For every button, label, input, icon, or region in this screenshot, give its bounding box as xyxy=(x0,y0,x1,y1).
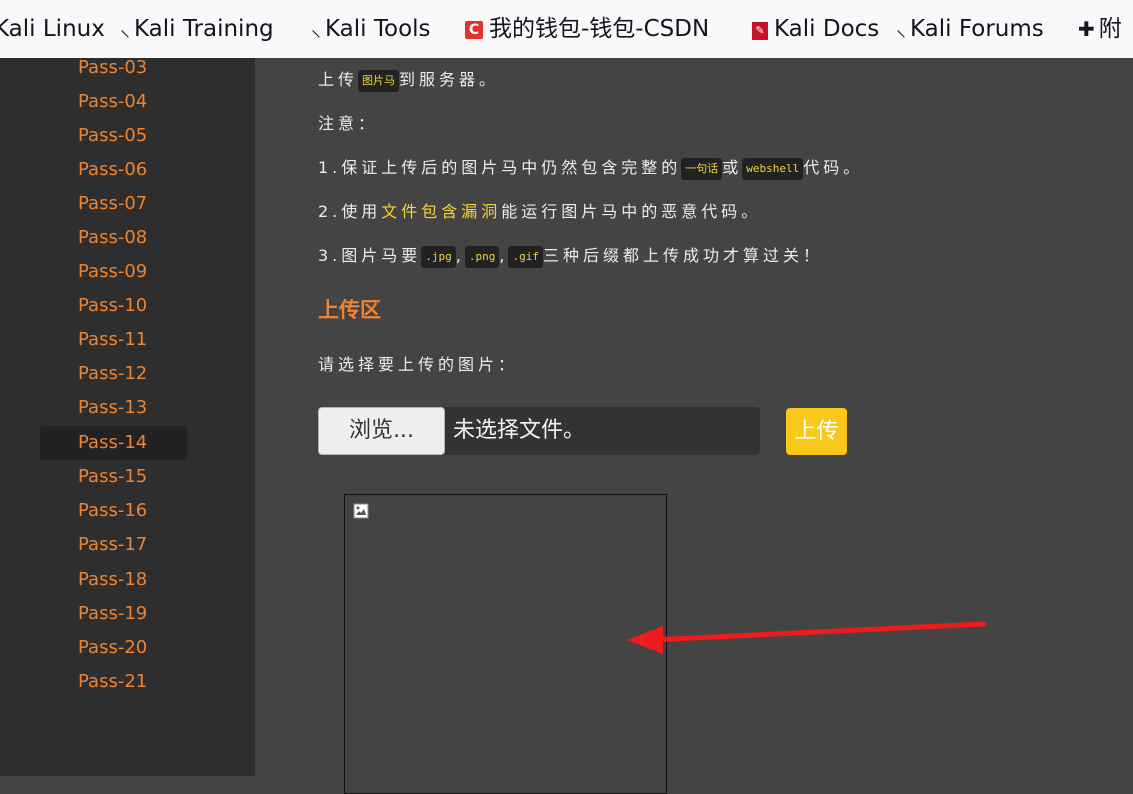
sidebar-item-pass-16[interactable]: Pass-16 xyxy=(40,494,187,528)
red-arrow-annotation xyxy=(627,621,987,654)
bookmark-overflow-folder[interactable]: ✚ 附 xyxy=(1078,13,1122,45)
bookmark-label: Kali Docs xyxy=(774,16,880,42)
csdn-icon: C xyxy=(465,21,483,39)
sidebar-item-pass-04[interactable]: Pass-04 xyxy=(40,85,187,119)
sidebar-item-pass-12[interactable]: Pass-12 xyxy=(40,357,187,391)
bookmark-label: Kali Forums xyxy=(910,16,1044,42)
kali-docs-icon: ✎ xyxy=(752,22,768,40)
bookmark-kali-docs[interactable]: ✎ Kali Docs xyxy=(752,13,879,45)
kali-dragon-icon: ⸜ xyxy=(120,17,130,41)
sidebar-nav: Pass-03 Pass-04 Pass-05 Pass-06 Pass-07 … xyxy=(0,57,255,776)
sidebar-item-pass-14[interactable]: Pass-14 xyxy=(40,426,187,460)
sidebar-item-pass-13[interactable]: Pass-13 xyxy=(40,391,187,425)
sidebar-item-pass-06[interactable]: Pass-06 xyxy=(40,153,187,187)
sidebar-item-pass-11[interactable]: Pass-11 xyxy=(40,323,187,357)
sidebar-item-pass-09[interactable]: Pass-09 xyxy=(40,255,187,289)
sidebar-item-pass-17[interactable]: Pass-17 xyxy=(40,528,187,562)
sidebar-item-pass-08[interactable]: Pass-08 xyxy=(40,221,187,255)
bookmark-kali-forums[interactable]: ⸜ Kali Forums xyxy=(896,13,1044,45)
main-content: 上传 图片马 到服务器。 注意： 1.保证上传后的图片马中仍然包含完整的 一句话或 we… xyxy=(255,58,1133,794)
bookmark-label: 附 xyxy=(1098,16,1122,42)
sidebar-item-pass-07[interactable]: Pass-07 xyxy=(40,187,187,221)
sidebar-item-pass-05[interactable]: Pass-05 xyxy=(40,119,187,153)
sidebar-item-pass-10[interactable]: Pass-10 xyxy=(40,289,187,323)
kali-dragon-icon: ⸜ xyxy=(311,17,321,41)
bookmark-kali-training[interactable]: ⸜ Kali Training xyxy=(120,13,274,45)
bookmarks-bar: Kali Linux ⸜ Kali Training ⸜ Kali Tools C我… xyxy=(0,0,1133,58)
kali-dragon-icon: ⸜ xyxy=(896,17,906,41)
sidebar-item-pass-19[interactable]: Pass-19 xyxy=(40,597,187,631)
sidebar-item-pass-03[interactable]: Pass-03 xyxy=(40,51,187,85)
sidebar-item-pass-21[interactable]: Pass-21 xyxy=(40,665,187,699)
sidebar-item-pass-18[interactable]: Pass-18 xyxy=(40,563,187,597)
bookmark-label: Kali Linux xyxy=(0,16,105,42)
bookmark-label: 我的钱包-钱包-CSDN xyxy=(489,16,710,42)
sidebar-item-pass-20[interactable]: Pass-20 xyxy=(40,631,187,665)
puzzle-icon: ✚ xyxy=(1078,17,1095,41)
bookmark-label: Kali Tools xyxy=(325,16,431,42)
bookmark-kali-tools[interactable]: ⸜ Kali Tools xyxy=(311,13,431,45)
sidebar-item-pass-15[interactable]: Pass-15 xyxy=(40,460,187,494)
bookmark-csdn-wallet[interactable]: C 我的钱包-钱包-CSDN xyxy=(465,13,709,45)
bookmark-label: Kali Training xyxy=(134,16,274,42)
bookmark-kali-linux[interactable]: Kali Linux xyxy=(0,13,105,45)
